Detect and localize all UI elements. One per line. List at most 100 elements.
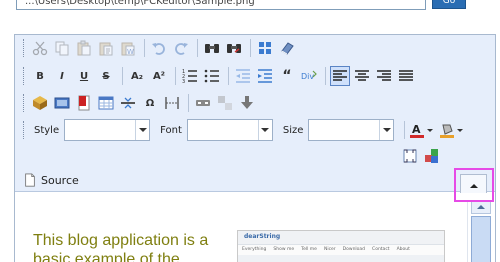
numbered-list-icon[interactable]: 123 <box>180 66 200 86</box>
toolbar-separator <box>175 67 176 85</box>
toolbar-separator <box>250 39 251 57</box>
toolbar-separator <box>197 39 198 57</box>
cut-icon[interactable] <box>30 38 50 58</box>
bulleted-list-icon[interactable] <box>202 66 222 86</box>
path-input[interactable]: ...\Users\Desktop\temp\FCKeditor\Sample.… <box>16 0 426 10</box>
chevron-down-icon <box>457 128 464 132</box>
editor-toolbar: W B I U S A₂ A² 1 2 3 “ Div Ω Style Font… <box>15 35 495 192</box>
toolbar-separator <box>144 39 145 57</box>
chevron-down-icon[interactable] <box>135 120 149 140</box>
thumb-band <box>238 255 444 262</box>
style-dropdown[interactable] <box>64 119 151 141</box>
align-right-icon[interactable] <box>374 66 394 86</box>
strikethrough-icon: S <box>102 70 110 82</box>
thumb-nav-item: Everything <box>242 247 267 252</box>
align-left-icon[interactable] <box>330 66 350 86</box>
copy-icon[interactable] <box>52 38 72 58</box>
thumb-nav-item: Tell me <box>301 247 317 252</box>
text-color-icon: A <box>410 123 425 138</box>
toolbar-separator <box>188 94 189 112</box>
underline-icon: U <box>79 70 89 82</box>
special-char-icon[interactable]: Ω <box>140 93 160 113</box>
background-color-button[interactable] <box>439 120 467 140</box>
paint-bucket-icon <box>440 124 455 138</box>
thumb-nav-item: Show me <box>273 247 295 252</box>
indent-icon[interactable] <box>255 66 275 86</box>
toolbar-row-1: W <box>23 37 299 59</box>
redo-icon[interactable] <box>171 38 191 58</box>
thumb-nav-item: Nicer <box>323 247 336 252</box>
thumb-header: dearString <box>238 231 444 245</box>
toolbar-row-2: B I U S A₂ A² 123 “ Div <box>23 65 418 87</box>
bold-icon: B <box>36 70 44 82</box>
toolbar-grip <box>23 94 26 112</box>
svg-text:Div: Div <box>301 72 314 81</box>
chevron-down-icon <box>427 128 434 132</box>
rich-text-editor: W B I U S A₂ A² 1 2 3 “ Div Ω Style Font… <box>14 34 496 262</box>
content-scrollbar[interactable] <box>467 200 494 262</box>
thumb-nav-item: Contact <box>372 247 390 252</box>
thumb-title: dearString <box>244 233 281 240</box>
chevron-down-icon[interactable] <box>379 120 393 140</box>
iframe-icon[interactable] <box>215 93 235 113</box>
svg-text:W: W <box>127 48 134 56</box>
toolbar-row-3: Ω <box>23 92 259 114</box>
superscript-button[interactable]: A² <box>149 66 169 86</box>
chevron-down-icon[interactable] <box>257 120 272 140</box>
italic-button[interactable]: I <box>52 66 72 86</box>
undo-icon[interactable] <box>149 38 169 58</box>
maximize-icon[interactable] <box>400 146 420 166</box>
document-icon <box>25 173 35 187</box>
size-dropdown[interactable] <box>308 119 395 141</box>
font-dropdown[interactable] <box>186 119 273 141</box>
blockquote-button[interactable]: “ <box>277 66 297 86</box>
page-break-icon[interactable] <box>162 93 182 113</box>
create-div-icon[interactable]: Div <box>299 66 319 86</box>
flash-icon[interactable] <box>52 93 72 113</box>
align-center-icon[interactable] <box>352 66 372 86</box>
pdf-icon[interactable] <box>74 93 94 113</box>
scroll-up-arrow-icon[interactable] <box>471 200 491 214</box>
text-color-button[interactable]: A <box>409 120 437 140</box>
replace-icon[interactable] <box>224 38 244 58</box>
underline-button[interactable]: U <box>74 66 94 86</box>
svg-text:3: 3 <box>182 79 185 84</box>
smiley-icon[interactable] <box>193 93 213 113</box>
toolbar-row-4: Style Font Size A <box>23 119 469 141</box>
select-all-icon[interactable] <box>255 38 275 58</box>
align-justify-icon[interactable] <box>396 66 416 86</box>
superscript-icon: A² <box>152 70 166 82</box>
subscript-icon: A₂ <box>130 70 144 82</box>
toolbar-row-5 <box>400 145 444 167</box>
toolbar-separator <box>325 67 326 85</box>
remove-format-icon[interactable] <box>277 38 297 58</box>
show-blocks-icon[interactable] <box>422 146 442 166</box>
table-icon[interactable] <box>96 93 116 113</box>
find-icon[interactable] <box>202 38 222 58</box>
paste-icon[interactable] <box>74 38 94 58</box>
editor-content-area[interactable]: This blog application is a basic example… <box>15 193 495 262</box>
style-label: Style <box>34 124 60 136</box>
toolbar-separator <box>228 67 229 85</box>
scroll-thumb[interactable] <box>471 216 491 262</box>
horizontal-rule-icon[interactable] <box>118 93 138 113</box>
toolbar-grip <box>23 39 26 57</box>
thumb-nav-item: About <box>396 247 410 252</box>
anchor-icon[interactable] <box>237 93 257 113</box>
thumb-nav: Everything Show me Tell me Nicer Downloa… <box>242 247 410 252</box>
path-go-button[interactable]: Go <box>432 0 466 9</box>
thumb-nav-item: Download <box>342 247 366 252</box>
toolbar-separator <box>404 121 406 139</box>
bold-button[interactable]: B <box>30 66 50 86</box>
paste-text-icon[interactable] <box>96 38 116 58</box>
highlight-annotation <box>454 168 494 202</box>
content-image[interactable]: dearString Everything Show me Tell me Ni… <box>237 230 445 262</box>
outdent-icon[interactable] <box>233 66 253 86</box>
strike-button[interactable]: S <box>96 66 116 86</box>
italic-icon: I <box>60 70 64 82</box>
paste-word-icon[interactable]: W <box>118 38 138 58</box>
subscript-button[interactable]: A₂ <box>127 66 147 86</box>
content-paragraph[interactable]: This blog application is a basic example… <box>33 231 243 262</box>
source-button[interactable]: Source <box>23 171 79 189</box>
image-icon[interactable] <box>30 93 50 113</box>
